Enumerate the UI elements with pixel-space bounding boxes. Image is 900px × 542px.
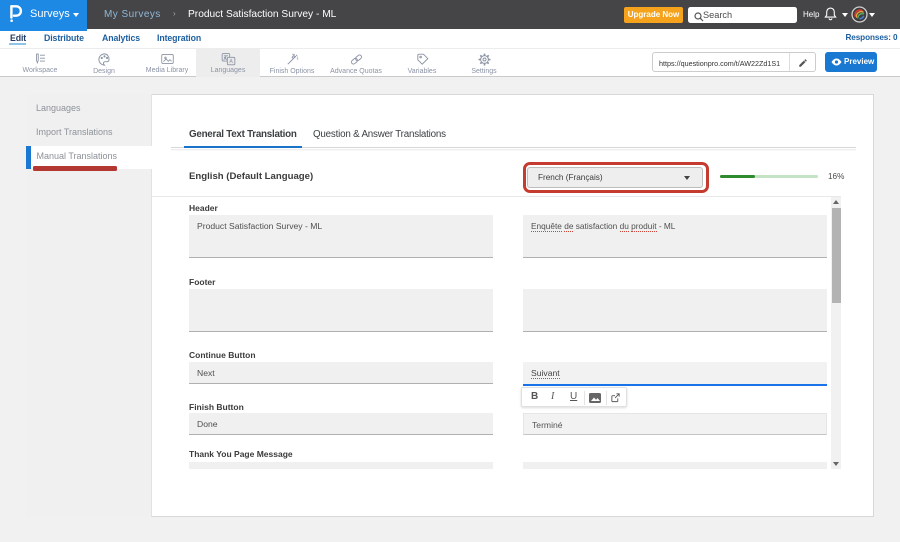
svg-text:A: A <box>229 59 233 65</box>
